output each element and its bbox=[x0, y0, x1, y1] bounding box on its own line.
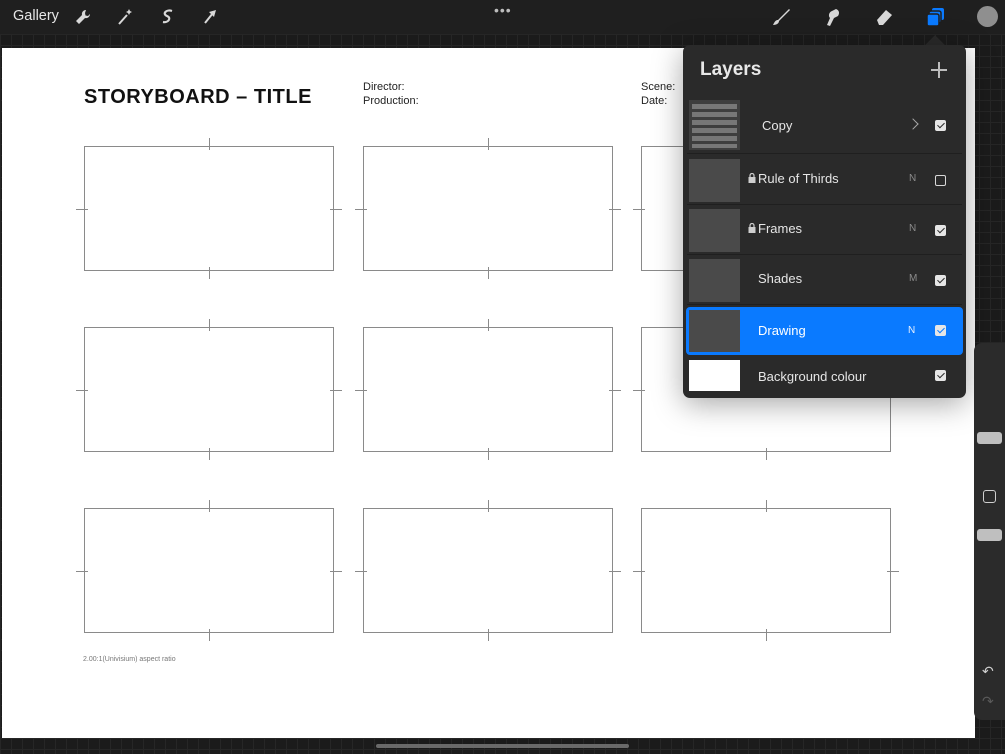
frame-center-mark bbox=[76, 570, 88, 572]
home-indicator bbox=[376, 744, 629, 748]
brush-size-slider[interactable] bbox=[977, 432, 1002, 444]
frame-center-mark bbox=[488, 500, 489, 512]
storyboard-frame bbox=[84, 146, 334, 271]
storyboard-frame bbox=[84, 327, 334, 452]
wrench-icon[interactable] bbox=[71, 5, 95, 29]
layer-thumbnail bbox=[689, 259, 740, 302]
opacity-slider[interactable] bbox=[977, 529, 1002, 541]
layer-name: Background colour bbox=[758, 369, 867, 384]
frame-center-mark bbox=[209, 629, 210, 641]
layer-row-copy[interactable]: Copy bbox=[687, 96, 962, 154]
frame-center-mark bbox=[209, 500, 210, 512]
director-label: Director: bbox=[363, 81, 405, 93]
date-label: Date: bbox=[641, 95, 668, 107]
blend-mode-label[interactable]: N bbox=[909, 173, 916, 184]
layer-visibility-checkbox[interactable] bbox=[935, 275, 946, 286]
frame-center-mark bbox=[488, 448, 489, 460]
modify-button[interactable] bbox=[983, 490, 996, 503]
blend-mode-label[interactable]: N bbox=[908, 325, 915, 336]
layer-thumbnail bbox=[689, 310, 740, 352]
storyboard-frame bbox=[84, 508, 334, 633]
frame-center-mark bbox=[209, 448, 210, 460]
layer-row-frames[interactable]: Frames N bbox=[687, 206, 962, 255]
frame-center-mark bbox=[76, 389, 88, 391]
frame-center-mark bbox=[609, 389, 621, 391]
add-layer-button[interactable] bbox=[928, 59, 950, 81]
frame-center-mark bbox=[633, 570, 645, 572]
layer-name: Rule of Thirds bbox=[758, 171, 839, 186]
layer-visibility-checkbox[interactable] bbox=[935, 325, 946, 336]
color-picker-button[interactable] bbox=[977, 6, 998, 27]
frame-center-mark bbox=[355, 570, 367, 572]
scene-label: Scene: bbox=[641, 81, 676, 93]
smudge-icon[interactable] bbox=[820, 5, 844, 29]
frame-center-mark bbox=[355, 208, 367, 210]
frame-center-mark bbox=[330, 570, 342, 572]
production-label: Production: bbox=[363, 95, 419, 107]
group-preview-icon bbox=[692, 104, 737, 148]
blend-mode-label[interactable]: M bbox=[909, 273, 917, 284]
layer-visibility-checkbox[interactable] bbox=[935, 120, 946, 131]
redo-button[interactable]: ↷ bbox=[982, 693, 994, 710]
layers-panel: Layers Copy Rule of Thirds N Frames N Sh… bbox=[683, 45, 966, 398]
frame-center-mark bbox=[209, 138, 210, 150]
gallery-button[interactable]: Gallery bbox=[13, 8, 59, 24]
storyboard-frame bbox=[641, 508, 891, 633]
layer-thumbnail bbox=[689, 209, 740, 252]
layer-thumbnail bbox=[689, 100, 740, 150]
frame-center-mark bbox=[609, 570, 621, 572]
blend-mode-label[interactable]: N bbox=[909, 223, 916, 234]
layer-visibility-checkbox[interactable] bbox=[935, 370, 946, 381]
frame-center-mark bbox=[488, 629, 489, 641]
layer-row-rule-of-thirds[interactable]: Rule of Thirds N bbox=[687, 156, 962, 205]
magic-wand-icon[interactable] bbox=[113, 5, 137, 29]
lock-icon bbox=[748, 173, 756, 183]
layer-row-shades[interactable]: Shades M bbox=[687, 256, 962, 305]
selection-icon[interactable] bbox=[156, 5, 180, 29]
frame-center-mark bbox=[887, 570, 899, 572]
lock-icon bbox=[748, 223, 756, 233]
frame-center-mark bbox=[766, 448, 767, 460]
frame-center-mark bbox=[766, 629, 767, 641]
chevron-right-icon[interactable] bbox=[907, 118, 919, 130]
layer-row-background-colour[interactable]: Background colour bbox=[687, 355, 962, 395]
frame-center-mark bbox=[330, 389, 342, 391]
aspect-ratio-note: 2.00:1(Univisium) aspect ratio bbox=[83, 656, 176, 663]
layer-thumbnail bbox=[689, 159, 740, 202]
storyboard-frame bbox=[363, 508, 613, 633]
frame-center-mark bbox=[609, 208, 621, 210]
more-options-button[interactable]: ••• bbox=[494, 2, 512, 18]
frame-center-mark bbox=[488, 138, 489, 150]
top-toolbar: Gallery ••• bbox=[0, 0, 1005, 34]
eraser-icon[interactable] bbox=[872, 5, 896, 29]
layers-panel-title: Layers bbox=[700, 59, 762, 80]
frame-center-mark bbox=[766, 500, 767, 512]
transform-arrow-icon[interactable] bbox=[198, 5, 222, 29]
layer-row-drawing[interactable]: Drawing N bbox=[686, 307, 963, 355]
storyboard-title: STORYBOARD – TITLE bbox=[84, 86, 312, 108]
layer-name: Shades bbox=[758, 271, 803, 286]
layer-name: Frames bbox=[758, 221, 803, 236]
frame-center-mark bbox=[355, 389, 367, 391]
storyboard-frame bbox=[363, 327, 613, 452]
frame-center-mark bbox=[633, 389, 645, 391]
frame-center-mark bbox=[488, 319, 489, 331]
right-sidebar: ↶ ↷ bbox=[974, 343, 1005, 720]
layer-name: Copy bbox=[762, 118, 793, 133]
frame-center-mark bbox=[209, 319, 210, 331]
storyboard-frame bbox=[363, 146, 613, 271]
frame-center-mark bbox=[76, 208, 88, 210]
layer-visibility-checkbox[interactable] bbox=[935, 225, 946, 236]
frame-center-mark bbox=[209, 267, 210, 279]
frame-center-mark bbox=[488, 267, 489, 279]
undo-button[interactable]: ↶ bbox=[982, 663, 994, 680]
frame-center-mark bbox=[633, 208, 645, 210]
layer-name: Drawing bbox=[758, 323, 806, 338]
layer-visibility-checkbox[interactable] bbox=[935, 175, 946, 186]
layers-icon[interactable] bbox=[924, 5, 948, 29]
frame-center-mark bbox=[330, 208, 342, 210]
brush-icon[interactable] bbox=[769, 5, 793, 29]
layer-thumbnail bbox=[689, 360, 740, 391]
